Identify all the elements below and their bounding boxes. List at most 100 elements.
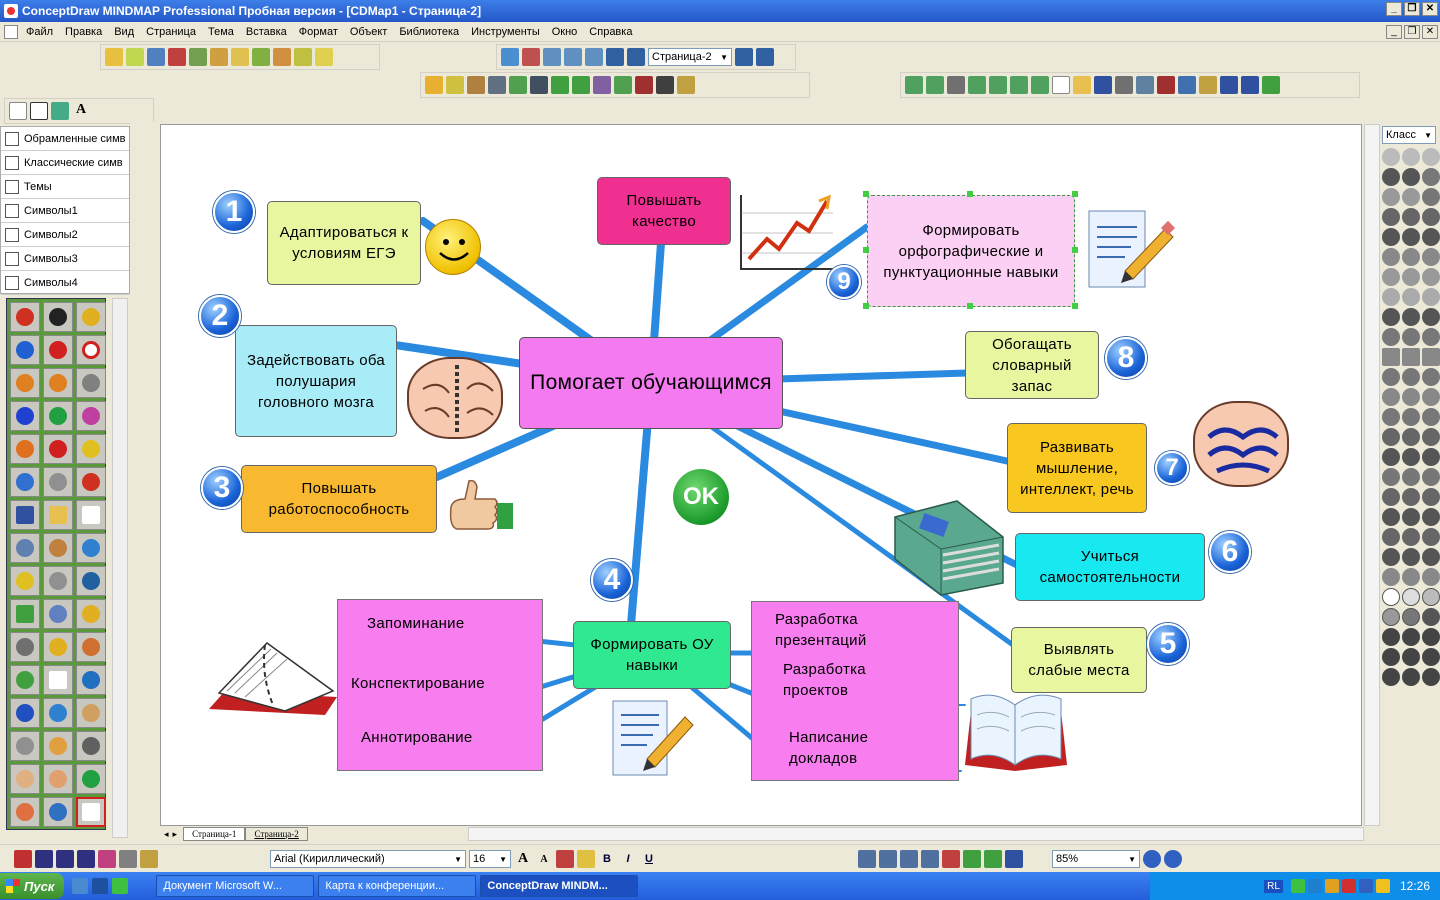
line-ends-icon[interactable]: [77, 850, 95, 868]
rename-page-icon[interactable]: [585, 48, 603, 66]
symbol-cell[interactable]: [43, 335, 73, 365]
task-icon[interactable]: [614, 76, 632, 94]
symbol-cell[interactable]: [76, 302, 106, 332]
tray-network-icon[interactable]: [1307, 879, 1322, 893]
menu-format[interactable]: Формат: [293, 26, 344, 38]
pencil-icon[interactable]: [425, 76, 443, 94]
library-item[interactable]: Темы: [1, 175, 129, 199]
page-select[interactable]: Страница-2 ▼: [648, 48, 732, 66]
task-conference-map[interactable]: Карта к конференции...: [318, 875, 477, 897]
symbol-cell[interactable]: [76, 368, 106, 398]
symbol-cell[interactable]: [10, 566, 40, 596]
selection-handle[interactable]: [863, 191, 869, 197]
doc-close-button[interactable]: ✕: [1422, 25, 1438, 39]
priority-8-icon[interactable]: [1402, 668, 1420, 686]
priority-3-icon[interactable]: [1422, 628, 1440, 646]
app-icon[interactable]: [4, 4, 18, 18]
prev-page-icon[interactable]: [627, 48, 645, 66]
cross-icon[interactable]: [1402, 168, 1420, 186]
note-card-icon[interactable]: [488, 76, 506, 94]
quality-topic[interactable]: Повышать качество: [597, 177, 731, 245]
print-icon[interactable]: [1115, 76, 1133, 94]
thumb-up-icon[interactable]: [1382, 488, 1400, 506]
selection-handle[interactable]: [1072, 303, 1078, 309]
at-sign-icon[interactable]: [1382, 468, 1400, 486]
diamond-icon[interactable]: [1382, 308, 1400, 326]
save-icon[interactable]: [1094, 76, 1112, 94]
symbol-cell[interactable]: [43, 599, 73, 629]
progress-50-icon[interactable]: [1422, 588, 1440, 606]
house-icon[interactable]: [1382, 448, 1400, 466]
menu-view[interactable]: Вид: [108, 26, 140, 38]
language-indicator[interactable]: RL: [1264, 879, 1283, 893]
pointer-icon[interactable]: [9, 102, 27, 120]
subtopic-icon[interactable]: [126, 48, 144, 66]
symbol-cell[interactable]: [43, 797, 73, 827]
neutral-face-icon[interactable]: [1382, 188, 1400, 206]
symbol-cell[interactable]: [10, 533, 40, 563]
tab-page-1[interactable]: Страница-1: [183, 827, 246, 841]
note-icon[interactable]: [231, 48, 249, 66]
tab-prev-icon[interactable]: ◂: [164, 829, 169, 840]
lock-icon[interactable]: [1402, 328, 1420, 346]
key-icon[interactable]: [593, 76, 611, 94]
brush-icon[interactable]: [467, 76, 485, 94]
car-icon[interactable]: [1382, 548, 1400, 566]
sub-memorization[interactable]: Запоминание: [367, 613, 465, 634]
zoom-select[interactable]: 85% ▼: [1052, 850, 1140, 868]
sub-reports[interactable]: Написание докладов: [789, 727, 919, 769]
symbol-cell[interactable]: [76, 335, 106, 365]
symbol-cell[interactable]: [10, 335, 40, 365]
insert-sibling-icon[interactable]: [947, 76, 965, 94]
envelope-icon[interactable]: [1402, 448, 1420, 466]
symbol-cell[interactable]: [43, 764, 73, 794]
film-icon[interactable]: [1402, 528, 1420, 546]
priority-5-icon[interactable]: [1402, 648, 1420, 666]
font-shrink-button[interactable]: A: [535, 854, 553, 865]
relationship-icon[interactable]: [189, 48, 207, 66]
bulb-alt-icon[interactable]: [1422, 148, 1440, 166]
symbol-cell[interactable]: [10, 797, 40, 827]
paste-icon[interactable]: [1199, 76, 1217, 94]
symbol-cell[interactable]: [76, 665, 106, 695]
selection-handle[interactable]: [1072, 247, 1078, 253]
task-conceptdraw[interactable]: ConceptDraw MINDM...: [480, 875, 639, 897]
user-globe-icon[interactable]: [1402, 508, 1420, 526]
mailbox-icon[interactable]: [1402, 468, 1420, 486]
move-down-icon[interactable]: [989, 76, 1007, 94]
pin-icon[interactable]: [1382, 248, 1400, 266]
attachment-icon[interactable]: [273, 48, 291, 66]
zoom-out-icon[interactable]: [1164, 850, 1182, 868]
check-icon[interactable]: [1382, 168, 1400, 186]
fill-pattern-icon[interactable]: [119, 850, 137, 868]
menu-page[interactable]: Страница: [140, 26, 202, 38]
font-grow-button[interactable]: A: [514, 851, 532, 867]
library-icon[interactable]: [1262, 76, 1280, 94]
arrow-down-icon[interactable]: [1402, 208, 1420, 226]
line-style-icon[interactable]: [572, 76, 590, 94]
eye-alt-icon[interactable]: [1422, 388, 1440, 406]
symbol-cell[interactable]: [43, 434, 73, 464]
duplicate-page-icon[interactable]: [564, 48, 582, 66]
document-icon[interactable]: [4, 24, 18, 39]
headphones-icon[interactable]: [1402, 568, 1420, 586]
symbol-cell[interactable]: [76, 764, 106, 794]
print-preview-icon[interactable]: [1136, 76, 1154, 94]
calendar-icon[interactable]: [1422, 508, 1440, 526]
selection-handle[interactable]: [863, 303, 869, 309]
clover-icon[interactable]: [112, 878, 129, 894]
music-icon[interactable]: [1382, 568, 1400, 586]
calculator-icon[interactable]: [1422, 528, 1440, 546]
symbol-cell[interactable]: [43, 533, 73, 563]
menu-object[interactable]: Объект: [344, 26, 393, 38]
padlock-icon[interactable]: [1422, 328, 1440, 346]
cut-icon[interactable]: [1157, 76, 1175, 94]
font-select[interactable]: Arial (Кириллический) ▼: [270, 850, 466, 868]
menu-help[interactable]: Справка: [583, 26, 638, 38]
menu-tools[interactable]: Инструменты: [465, 26, 546, 38]
line-color-icon[interactable]: [14, 850, 32, 868]
delete-icon[interactable]: [168, 48, 186, 66]
box-icon[interactable]: [1402, 368, 1420, 386]
new-file-icon[interactable]: [1052, 76, 1070, 94]
hyperlink-icon[interactable]: [252, 48, 270, 66]
